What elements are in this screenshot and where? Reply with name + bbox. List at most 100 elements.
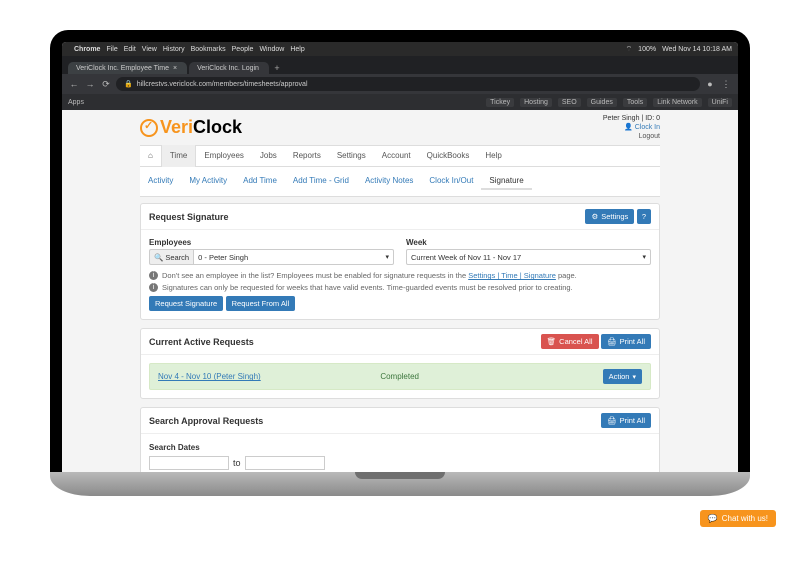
menu-file[interactable]: File: [106, 46, 117, 53]
user-id: ID: 0: [645, 115, 660, 122]
logo-clock: Clock: [193, 117, 242, 138]
laptop-base: [50, 472, 750, 496]
request-signature-button[interactable]: Request Signature: [149, 296, 223, 311]
app-name: Chrome: [74, 46, 100, 53]
bookmark-folder[interactable]: SEO: [558, 98, 581, 107]
info-note: i Don't see an employee in the list? Emp…: [149, 271, 651, 280]
logout-link[interactable]: Logout: [639, 133, 660, 140]
browser-tab[interactable]: VeriClock Inc. Employee Time ×: [68, 62, 187, 74]
apps-shortcut[interactable]: Apps: [68, 99, 84, 106]
date-to-input[interactable]: [245, 456, 325, 470]
nav-reports[interactable]: Reports: [285, 145, 329, 167]
tab-my-activity[interactable]: My Activity: [181, 173, 235, 190]
bookmark-folder[interactable]: UniFi: [708, 98, 732, 107]
nav-account[interactable]: Account: [374, 145, 419, 167]
macos-menubar: Chrome File Edit View History Bookmarks …: [62, 42, 738, 56]
profile-icon[interactable]: ●: [704, 78, 716, 90]
tab-clock-in-out[interactable]: Clock In/Out: [421, 173, 481, 190]
request-link[interactable]: Nov 4 - Nov 10 (Peter Singh): [158, 372, 380, 381]
bookmark-folder[interactable]: Link Network: [653, 98, 701, 107]
select-value: Current Week of Nov 11 - Nov 17: [411, 253, 521, 262]
menu-view[interactable]: View: [142, 46, 157, 53]
tab-add-time-grid[interactable]: Add Time - Grid: [285, 173, 357, 190]
chat-widget[interactable]: 💬 Chat with us!: [700, 510, 776, 527]
forward-button[interactable]: →: [84, 78, 96, 90]
search-icon: 🔍: [154, 253, 163, 262]
menu-icon[interactable]: ⋮: [720, 78, 732, 90]
menu-bookmarks[interactable]: Bookmarks: [191, 46, 226, 53]
employees-select[interactable]: 0 - Peter Singh ▾: [193, 249, 394, 265]
wifi-icon[interactable]: ⌔: [626, 45, 633, 54]
settings-signature-link[interactable]: Settings | Time | Signature: [468, 271, 556, 280]
print-all-button[interactable]: 🖨Print All: [601, 334, 651, 349]
action-dropdown[interactable]: Action ▾: [603, 369, 642, 384]
main-nav: ⌂ Time Employees Jobs Reports Settings A…: [140, 145, 660, 167]
bookmark-folder[interactable]: Guides: [587, 98, 617, 107]
request-from-all-button[interactable]: Request From All: [226, 296, 296, 311]
cancel-all-button[interactable]: 🗑Cancel All: [541, 334, 599, 349]
request-row: Nov 4 - Nov 10 (Peter Singh) Completed A…: [149, 363, 651, 390]
person-icon: 👤: [624, 124, 633, 131]
reload-button[interactable]: ⟳: [100, 78, 112, 90]
close-icon[interactable]: ×: [173, 65, 177, 72]
week-label: Week: [406, 238, 651, 247]
chevron-down-icon: ▾: [632, 373, 636, 381]
new-tab-button[interactable]: +: [271, 62, 283, 74]
user-info: Peter Singh | ID: 0 👤 Clock In Logout: [603, 114, 660, 141]
tab-signature[interactable]: Signature: [481, 173, 531, 190]
bookmark-folder[interactable]: Hosting: [520, 98, 552, 107]
menu-help[interactable]: Help: [290, 46, 304, 53]
sub-nav: Activity My Activity Add Time Add Time -…: [140, 167, 660, 197]
home-icon[interactable]: ⌂: [140, 145, 161, 167]
to-label: to: [233, 458, 241, 468]
settings-button[interactable]: ⚙Settings: [585, 209, 634, 224]
tab-activity-notes[interactable]: Activity Notes: [357, 173, 421, 190]
tab-activity[interactable]: Activity: [140, 173, 181, 190]
info-note: i Signatures can only be requested for w…: [149, 283, 651, 292]
print-all-button[interactable]: 🖨Print All: [601, 413, 651, 428]
info-icon: i: [149, 271, 158, 280]
nav-settings[interactable]: Settings: [329, 145, 374, 167]
week-select[interactable]: Current Week of Nov 11 - Nov 17 ▾: [406, 249, 651, 265]
date-from-input[interactable]: [149, 456, 229, 470]
clock-icon: [140, 119, 158, 137]
search-approval-panel: Search Approval Requests 🖨Print All Sear…: [140, 407, 660, 472]
panel-title: Current Active Requests: [149, 337, 254, 347]
menu-people[interactable]: People: [232, 46, 254, 53]
print-icon: 🖨: [607, 416, 617, 425]
help-button[interactable]: ?: [637, 209, 651, 224]
nav-employees[interactable]: Employees: [196, 145, 252, 167]
back-button[interactable]: ←: [68, 78, 80, 90]
chat-label: Chat with us!: [722, 514, 768, 523]
clock-text: Wed Nov 14 10:18 AM: [662, 46, 732, 53]
bookmark-folder[interactable]: Tickey: [486, 98, 514, 107]
browser-tab[interactable]: VeriClock Inc. Login: [189, 62, 269, 74]
logo[interactable]: VeriClock: [140, 117, 242, 138]
request-status: Completed: [380, 372, 602, 381]
address-bar[interactable]: 🔒 hillcrestvs.vericlock.com/members/time…: [116, 77, 700, 91]
lock-icon: 🔒: [124, 80, 133, 88]
nav-jobs[interactable]: Jobs: [252, 145, 285, 167]
employees-label: Employees: [149, 238, 394, 247]
print-icon: 🖨: [607, 337, 617, 346]
tab-add-time[interactable]: Add Time: [235, 173, 285, 190]
bookmark-folder[interactable]: Tools: [623, 98, 647, 107]
panel-title: Request Signature: [149, 212, 229, 222]
menu-history[interactable]: History: [163, 46, 185, 53]
clock-in-link[interactable]: Clock In: [635, 124, 660, 131]
trash-icon: 🗑: [547, 337, 557, 346]
nav-time[interactable]: Time: [161, 145, 196, 167]
logo-veri: Veri: [160, 117, 193, 138]
chat-icon: 💬: [708, 514, 718, 523]
menu-window[interactable]: Window: [259, 46, 284, 53]
nav-help[interactable]: Help: [477, 145, 509, 167]
panel-title: Search Approval Requests: [149, 416, 263, 426]
battery-percent: 100%: [638, 46, 656, 53]
menu-edit[interactable]: Edit: [124, 46, 136, 53]
search-dates-label: Search Dates: [149, 443, 200, 452]
page-content: VeriClock Peter Singh | ID: 0 👤 Clock In…: [62, 110, 738, 472]
search-addon: 🔍Search: [149, 249, 193, 265]
nav-quickbooks[interactable]: QuickBooks: [419, 145, 478, 167]
browser-tab-strip: VeriClock Inc. Employee Time × VeriClock…: [62, 56, 738, 74]
bookmark-bar: Apps Tickey Hosting SEO Guides Tools Lin…: [62, 94, 738, 110]
